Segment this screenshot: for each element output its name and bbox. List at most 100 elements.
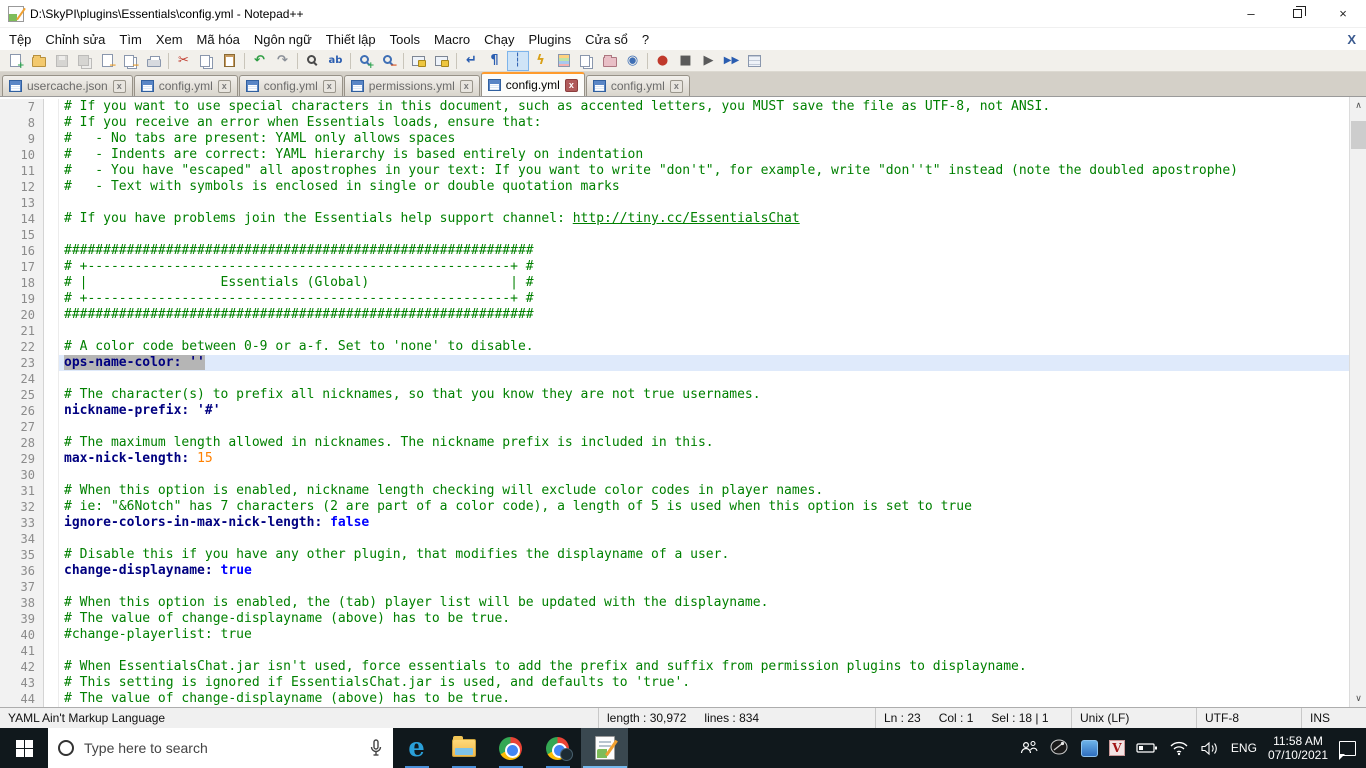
restore-button[interactable] [1274, 0, 1320, 27]
close-file-button[interactable]: − [97, 51, 119, 71]
menu-item-ch-y[interactable]: Chạy [477, 30, 521, 49]
tab-permissions-yml-3[interactable]: permissions.yml x [343, 75, 480, 96]
open-file-button[interactable] [28, 51, 50, 71]
redo-button[interactable]: ↷ [272, 51, 294, 71]
menu-item-t-m[interactable]: Tìm [112, 30, 148, 49]
show-indent-guide-button[interactable]: ┆ [506, 50, 529, 71]
taskbar-clock[interactable]: 11:58 AM 07/10/2021 [1268, 734, 1328, 762]
vertical-scrollbar[interactable]: ∧ ∨ [1349, 97, 1366, 707]
close-button[interactable]: × [1320, 0, 1366, 27]
minimize-button[interactable]: – [1228, 0, 1274, 27]
editor-line-40: 40 #change-playerlist: true [0, 627, 1349, 643]
menu-item-thi-t-l-p[interactable]: Thiết lập [319, 30, 383, 49]
wifi-icon[interactable] [1169, 741, 1189, 756]
tab-close-icon[interactable]: x [217, 79, 231, 93]
code-area[interactable]: 7 # If you want to use special characters… [0, 97, 1349, 707]
taskbar-search[interactable] [48, 728, 393, 768]
menu-item-m-h-a[interactable]: Mã hóa [190, 30, 247, 49]
line-content: # The value of change-displayname (above… [64, 691, 511, 706]
sync-vertical-scrolling-button[interactable] [408, 51, 430, 71]
document-switcher-button[interactable] [576, 51, 598, 71]
tab-config-yml-4[interactable]: config.yml x [480, 72, 585, 96]
editor[interactable]: 7 # If you want to use special characters… [0, 96, 1366, 707]
macro-save-button[interactable] [744, 51, 766, 71]
battery-icon[interactable] [1136, 742, 1158, 754]
volume-icon[interactable] [1200, 741, 1220, 756]
save-icon [55, 54, 68, 67]
tab-close-icon[interactable]: x [669, 79, 683, 93]
tab-config-yml-1[interactable]: config.yml x [133, 75, 238, 96]
line-number: 11 [0, 163, 44, 179]
menu-item-ng-n-ng-[interactable]: Ngôn ngữ [247, 30, 319, 49]
fold-margin [44, 147, 59, 163]
menu-item-plugins[interactable]: Plugins [522, 30, 579, 49]
editor-line-44: 44 # The value of change-displayname (abo… [0, 691, 1349, 707]
blue-app-tray-icon[interactable] [1080, 739, 1098, 757]
tab-close-icon[interactable]: x [564, 78, 578, 92]
fold-margin [44, 131, 59, 147]
close-all-files-button[interactable]: − [120, 51, 142, 71]
cut-button[interactable]: ✂ [173, 51, 195, 71]
document-map-button[interactable] [553, 51, 575, 71]
zoom-in-button[interactable]: + [355, 51, 377, 71]
macro-run-multiple-button[interactable]: ▶▶ [721, 51, 743, 71]
status-insert-mode[interactable]: INS [1301, 708, 1366, 728]
close-document-button[interactable]: X [1343, 32, 1366, 47]
zoom-out-button[interactable]: − [378, 51, 400, 71]
line-content: change-displayname: true [64, 563, 252, 578]
scroll-down-icon[interactable]: ∨ [1350, 690, 1366, 707]
macro-play-button[interactable]: ▶ [698, 51, 720, 71]
status-eol-format[interactable]: Unix (LF) [1071, 708, 1196, 728]
tab-config-yml-5[interactable]: config.yml x [585, 75, 690, 96]
replace-button[interactable]: ab [325, 51, 347, 71]
menu-item-c-a-s-[interactable]: Cửa sổ [578, 30, 635, 49]
windows-logo-icon [15, 739, 33, 757]
find-button[interactable] [302, 51, 324, 71]
function-list-button[interactable]: ϟ [530, 51, 552, 71]
menu-item-xem[interactable]: Xem [149, 30, 190, 49]
folder-as-workspace-button[interactable] [599, 51, 621, 71]
microphone-icon[interactable] [369, 739, 383, 757]
macro-play-icon: ▶ [703, 53, 714, 68]
monitoring-button[interactable]: ◉ [622, 51, 644, 71]
editor-line-22: 22 # A color code between 0-9 or a-f. Set… [0, 339, 1349, 355]
new-file-button[interactable]: + [5, 51, 27, 71]
line-content: ops-name-color: '' [59, 355, 1349, 371]
menu-item-t-p[interactable]: Tệp [2, 30, 38, 49]
macro-stop-button[interactable]: ■ [675, 51, 697, 71]
menu-item-tools[interactable]: Tools [383, 30, 427, 49]
macro-record-button[interactable]: ● [652, 51, 674, 71]
menu-item--[interactable]: ? [635, 30, 656, 49]
sync-horizontal-scrolling-button[interactable] [431, 51, 453, 71]
search-input[interactable] [84, 740, 359, 756]
scroll-up-icon[interactable]: ∧ [1350, 97, 1366, 114]
menu-item-macro[interactable]: Macro [427, 30, 477, 49]
satellite-tray-icon[interactable] [1050, 739, 1070, 757]
paste-button[interactable] [219, 51, 241, 71]
menu-item-ch-nh-s-a[interactable]: Chỉnh sửa [38, 30, 112, 49]
show-all-characters-button[interactable]: ¶ [484, 51, 506, 71]
tab-close-icon[interactable]: x [459, 79, 473, 93]
taskbar-app-chrome-profile[interactable] [534, 728, 581, 768]
tab-usercache-json-0[interactable]: usercache.json x [2, 75, 133, 96]
v-app-tray-icon[interactable]: V [1108, 740, 1125, 756]
start-button[interactable] [0, 728, 48, 768]
undo-button[interactable]: ↶ [249, 51, 271, 71]
line-number: 23 [0, 355, 44, 371]
people-icon[interactable] [1019, 740, 1039, 756]
copy-button[interactable] [196, 51, 218, 71]
tab-close-icon[interactable]: x [112, 79, 126, 93]
status-encoding[interactable]: UTF-8 [1196, 708, 1301, 728]
editor-line-25: 25 # The character(s) to prefix all nickn… [0, 387, 1349, 403]
taskbar-app-edge[interactable]: e [393, 728, 440, 768]
taskbar-app-notepad-plus-plus[interactable] [581, 728, 628, 768]
tab-close-icon[interactable]: x [322, 79, 336, 93]
word-wrap-button[interactable]: ↵ [461, 51, 483, 71]
tab-config-yml-2[interactable]: config.yml x [238, 75, 343, 96]
taskbar-app-chrome[interactable] [487, 728, 534, 768]
taskbar-app-file-explorer[interactable] [440, 728, 487, 768]
action-center-icon[interactable] [1339, 740, 1356, 760]
language-indicator[interactable]: ENG [1231, 741, 1257, 755]
scrollbar-thumb[interactable] [1351, 121, 1366, 149]
print-button[interactable] [143, 51, 165, 71]
